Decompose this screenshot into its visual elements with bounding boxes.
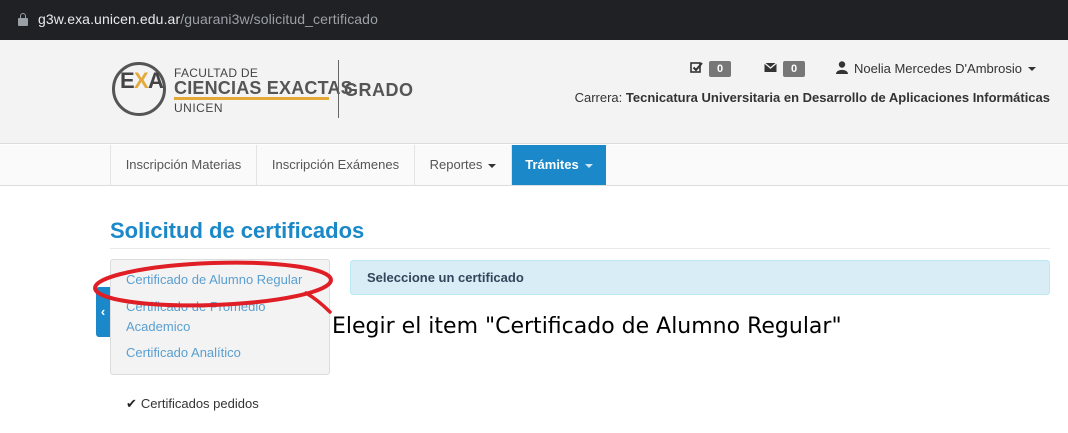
logo-underline: [174, 97, 329, 100]
chevron-down-icon: [1027, 66, 1036, 71]
pedidos-label: Certificados pedidos: [140, 396, 259, 411]
messages-button[interactable]: 0: [764, 60, 806, 78]
info-alert: Seleccione un certificado: [350, 260, 1050, 295]
nav-label: Inscripción Exámenes: [271, 157, 400, 172]
logo-letter-e: E: [120, 68, 135, 93]
carrera-info: Carrera: Tecnicatura Universitaria en De…: [575, 90, 1050, 105]
user-name: Noelia Mercedes D'Ambrosio: [854, 61, 1022, 77]
nav-reportes[interactable]: Reportes: [414, 145, 512, 185]
url-host: g3w.exa.unicen.edu.ar: [38, 11, 181, 27]
chevron-down-icon: [488, 163, 497, 168]
user-icon: [836, 60, 848, 77]
title-divider: [110, 248, 1050, 249]
logo-name-line: CIENCIAS EXACTAS: [174, 78, 353, 98]
sidebar-item-promedio-academico[interactable]: Certificado de Promedio Academico: [126, 297, 316, 337]
main-nav: Inscripción Materias Inscripción Exámene…: [0, 145, 1068, 186]
checkbox-icon: [690, 61, 703, 77]
annotation-text: Elegir el item "Certificado de Alumno Re…: [332, 314, 842, 339]
inbox-count-badge: 0: [709, 60, 732, 77]
carrera-value: Tecnicatura Universitaria en Desarrollo …: [625, 90, 1050, 105]
certificate-sidebar: Certificado de Alumno Regular Certificad…: [110, 259, 330, 375]
nav-label: Reportes: [429, 157, 483, 172]
nav-inscripcion-materias[interactable]: Inscripción Materias: [110, 145, 256, 185]
certificados-pedidos-link[interactable]: ✔ Certificados pedidos: [126, 396, 259, 412]
nav-label: Trámites: [525, 157, 579, 172]
user-menu[interactable]: Noelia Mercedes D'Ambrosio: [836, 60, 1036, 78]
mail-count-badge: 0: [783, 60, 806, 77]
inbox-button[interactable]: 0: [690, 60, 732, 78]
sidebar-item-alumno-regular[interactable]: Certificado de Alumno Regular: [126, 270, 302, 290]
browser-address-bar[interactable]: g3w.exa.unicen.edu.ar/guarani3w/solicitu…: [0, 0, 1068, 40]
lock-icon[interactable]: [18, 13, 28, 26]
nav-label: Inscripción Materias: [125, 157, 242, 172]
sidebar-item-analitico[interactable]: Certificado Analítico: [126, 343, 241, 363]
logo-separator: [338, 60, 339, 118]
logo-letter-a: A: [148, 68, 164, 93]
checkmark-icon: ✔: [126, 396, 137, 411]
logo-letter-x: X: [134, 68, 149, 93]
nav-tramites[interactable]: Trámites: [512, 145, 606, 185]
page-title: Solicitud de certificados: [110, 218, 365, 243]
faculty-logo[interactable]: E X A FACULTAD DE CIENCIAS EXACTAS UNICE…: [112, 56, 422, 124]
envelope-icon: [764, 61, 777, 76]
sidebar-collapse-toggle[interactable]: ‹: [96, 287, 110, 337]
nav-inscripcion-examenes[interactable]: Inscripción Exámenes: [256, 145, 414, 185]
carrera-label: Carrera:: [574, 90, 623, 105]
site-header: E X A FACULTAD DE CIENCIAS EXACTAS UNICE…: [0, 40, 1068, 144]
url-path: /guarani3w/solicitud_certificado: [180, 11, 378, 27]
logo-university-line: UNICEN: [174, 101, 224, 115]
logo-grado: GRADO: [344, 80, 414, 100]
url-text[interactable]: g3w.exa.unicen.edu.ar/guarani3w/solicitu…: [38, 11, 378, 27]
chevron-down-icon: [584, 163, 593, 168]
